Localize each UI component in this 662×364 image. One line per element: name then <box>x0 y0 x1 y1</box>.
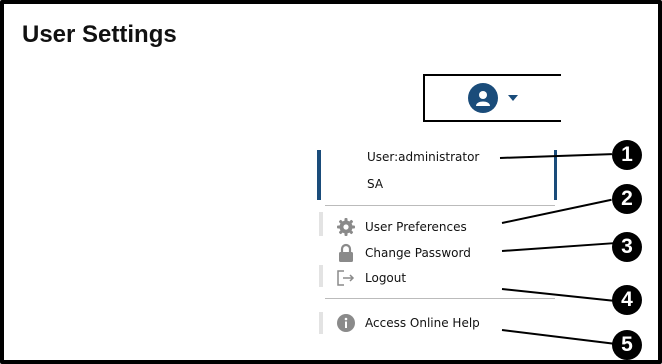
current-username: User:administrator <box>367 150 480 164</box>
page-title: User Settings <box>22 21 177 48</box>
callout-badge-1: 1 <box>612 140 642 170</box>
header-accent-bar-right <box>554 150 557 200</box>
menu-item-label: User Preferences <box>365 220 467 234</box>
menu-divider <box>325 205 555 206</box>
menu-item-label: Change Password <box>365 246 471 260</box>
logout-icon <box>335 267 357 289</box>
callout-badge-3: 3 <box>612 232 642 262</box>
menu-item-change-password[interactable]: Change Password <box>335 242 545 264</box>
menu-edge-shadow <box>319 212 323 236</box>
menu-edge-shadow <box>319 265 323 287</box>
gear-icon <box>335 216 357 238</box>
menu-item-label: Access Online Help <box>365 316 480 330</box>
menu-edge-shadow <box>319 312 323 334</box>
lock-icon <box>335 242 357 264</box>
chevron-down-icon <box>508 95 518 101</box>
info-icon <box>335 312 357 334</box>
callout-badge-2: 2 <box>612 184 642 214</box>
menu-item-label: Logout <box>365 271 407 285</box>
menu-item-logout[interactable]: Logout <box>335 267 545 289</box>
callout-badge-4: 4 <box>612 285 642 315</box>
user-menu-button[interactable] <box>423 74 561 122</box>
menu-divider <box>325 298 555 299</box>
callout-badge-5: 5 <box>612 330 642 360</box>
current-user-role: SA <box>367 177 384 191</box>
user-dropdown-menu: User:administrator SA User Preferences C… <box>317 150 557 356</box>
user-avatar-icon <box>468 83 498 113</box>
header-accent-bar <box>317 150 321 200</box>
